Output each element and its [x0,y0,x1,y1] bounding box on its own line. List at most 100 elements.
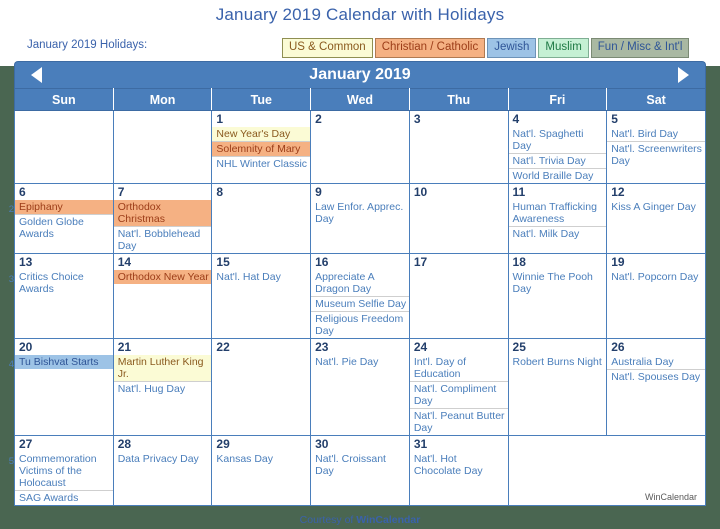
calendar-day-cell[interactable]: 24 Int'l. Day of Education Nat'l. Complime… [408,338,509,436]
event-item[interactable]: SAG Awards [15,491,113,505]
calendar-day-cell[interactable]: 19 Nat'l. Popcorn Day [606,253,706,339]
week-number: 5 [8,456,14,467]
event-item[interactable]: Nat'l. Hot Chocolate Day [410,452,508,478]
day-number: 17 [413,255,428,269]
calendar-day-cell[interactable]: 14 Orthodox New Year [112,253,213,339]
calendar-day-cell[interactable]: 12 Kiss A Ginger Day [606,183,706,254]
legend-chip-2[interactable]: Jewish [487,38,537,58]
calendar-header: January 2019 [14,61,706,88]
legend-chip-1[interactable]: Christian / Catholic [374,38,486,58]
event-item[interactable]: Robert Burns Night [509,355,607,369]
event-item[interactable]: Nat'l. Bird Day [607,127,705,142]
calendar-day-cell[interactable]: 29 Kansas Day [211,435,312,506]
event-list: New Year's Day Solemnity of Mary NHL Winte… [212,127,311,171]
legend-chip-0[interactable]: US & Common [282,38,373,58]
calendar-day-cell[interactable]: 9 Law Enfor. Apprec. Day [310,183,410,254]
event-item[interactable]: Solemnity of Mary [212,142,311,157]
weekday-header-sun: Sun [14,88,114,111]
calendar-day-cell[interactable]: 10 [408,183,509,254]
event-item[interactable]: Orthodox New Year [113,270,212,284]
event-item[interactable]: Appreciate A Dragon Day [311,270,409,297]
calendar-day-cell[interactable]: 16 Appreciate A Dragon Day Museum Selfie D… [310,253,410,339]
event-list: Commemoration Victims of the Holocaust SA… [15,452,113,505]
calendar-week-row: 27 Commemoration Victims of the Holocaust… [14,435,707,506]
event-item[interactable]: New Year's Day [212,127,311,142]
calendar-day-cell[interactable]: 23 Nat'l. Pie Day [310,338,410,436]
event-item[interactable]: Commemoration Victims of the Holocaust [15,452,113,491]
week-number: 4 [8,359,14,370]
event-item[interactable]: Nat'l. Popcorn Day [607,270,705,284]
next-month-arrow-icon[interactable] [678,67,689,83]
calendar-day-cell[interactable]: 25 Robert Burns Night [507,338,608,436]
event-item[interactable]: Law Enfor. Apprec. Day [311,200,409,226]
day-number: 11 [512,185,526,199]
event-item[interactable]: Religious Freedom Day [311,312,409,338]
legend-chip-4[interactable]: Fun / Misc & Int'l [590,38,690,58]
event-item[interactable]: Int'l. Day of Education [409,355,508,382]
event-item[interactable]: Orthodox Christmas [113,200,212,227]
event-item[interactable]: Nat'l. Spaghetti Day [508,127,607,154]
calendar-day-cell[interactable]: 26 Australia Day Nat'l. Spouses Day [606,338,706,436]
legend-chip-3[interactable]: Muslim [538,38,589,58]
event-item[interactable]: Tu Bishvat Starts [15,355,113,369]
watermark: WinCalendar [644,492,697,502]
event-item[interactable]: Epiphany [15,200,113,215]
day-number: 19 [611,255,625,269]
weekday-header-row: Sun Mon Tue Wed Thu Fri Sat [14,88,706,111]
event-item[interactable]: Nat'l. Screenwriters Day [607,142,705,168]
calendar-day-cell[interactable]: 22 [211,338,312,436]
calendar-day-cell[interactable]: 18 Winnie The Pooh Day [507,253,608,339]
event-item[interactable]: Museum Selfie Day [311,297,409,312]
calendar-day-cell[interactable]: 27 Commemoration Victims of the Holocaust… [14,435,114,506]
weekday-header-mon: Mon [113,88,213,111]
event-item[interactable]: Nat'l. Spouses Day [607,370,705,384]
event-item[interactable]: Kiss A Ginger Day [607,200,705,214]
event-item[interactable]: Critics Choice Awards [15,270,113,296]
event-item[interactable]: World Braille Day [509,169,607,183]
day-number: 27 [19,437,33,451]
event-item[interactable]: Nat'l. Trivia Day [508,154,607,169]
day-number: 29 [216,437,230,451]
event-item[interactable]: Nat'l. Hat Day [212,270,310,284]
calendar-day-cell[interactable]: 30 Nat'l. Croissant Day [310,435,410,506]
footer-brand-link[interactable]: WinCalendar [356,514,420,526]
calendar-day-cell[interactable]: 11 Human Trafficking Awareness Nat'l. Milk… [507,183,608,254]
event-item[interactable]: Kansas Day [212,452,310,466]
event-item[interactable]: Nat'l. Croissant Day [311,452,409,478]
day-number: 12 [611,185,625,199]
event-item[interactable]: Nat'l. Hug Day [114,382,212,396]
calendar-day-cell[interactable]: 31 Nat'l. Hot Chocolate Day [408,435,509,506]
event-item[interactable]: Nat'l. Peanut Butter Day [410,409,508,435]
calendar-day-cell[interactable]: 17 [408,253,509,339]
event-item[interactable]: Human Trafficking Awareness [508,200,607,227]
event-list: Tu Bishvat Starts [15,355,113,369]
event-item[interactable]: Data Privacy Day [114,452,212,466]
event-item[interactable]: Martin Luther King Jr. [113,355,212,382]
calendar-day-cell[interactable]: 3 [408,110,509,184]
calendar-day-cell[interactable]: 8 [211,183,312,254]
calendar-day-cell[interactable]: 28 Data Privacy Day [112,435,213,506]
calendar-day-cell[interactable]: 7 Orthodox Christmas Nat'l. Bobblehead Day [112,183,213,254]
event-item[interactable]: Nat'l. Milk Day [509,227,607,241]
event-item[interactable]: Nat'l. Pie Day [311,355,409,369]
calendar-day-cell[interactable]: 20 Tu Bishvat Starts [14,338,114,436]
event-item[interactable]: Nat'l. Bobblehead Day [114,227,212,253]
event-list: Epiphany Golden Globe Awards [15,200,113,241]
event-item[interactable]: Australia Day [607,355,705,370]
event-item[interactable]: Golden Globe Awards [15,215,113,241]
day-number: 6 [19,185,26,199]
event-item[interactable]: Nat'l. Compliment Day [409,382,508,409]
calendar-day-cell[interactable]: 21 Martin Luther King Jr. Nat'l. Hug Day [112,338,213,436]
calendar-day-cell[interactable]: 4 Nat'l. Spaghetti Day Nat'l. Trivia Day Wo… [507,110,608,184]
event-item[interactable]: Winnie The Pooh Day [509,270,607,296]
calendar-day-cell[interactable]: 2 [310,110,410,184]
calendar-day-cell[interactable]: 15 Nat'l. Hat Day [211,253,312,339]
calendar-day-cell[interactable]: 1 New Year's Day Solemnity of Mary NHL Wint… [211,110,312,184]
event-item[interactable]: NHL Winter Classic [212,157,310,171]
calendar-day-cell[interactable]: 13 Critics Choice Awards [14,253,114,339]
day-number: 8 [216,185,224,199]
calendar-day-cell[interactable]: 5 Nat'l. Bird Day Nat'l. Screenwriters Day [606,110,706,184]
day-number: 2 [315,112,322,126]
day-number: 18 [512,255,526,269]
calendar-day-cell[interactable]: 6 Epiphany Golden Globe Awards [14,183,114,254]
